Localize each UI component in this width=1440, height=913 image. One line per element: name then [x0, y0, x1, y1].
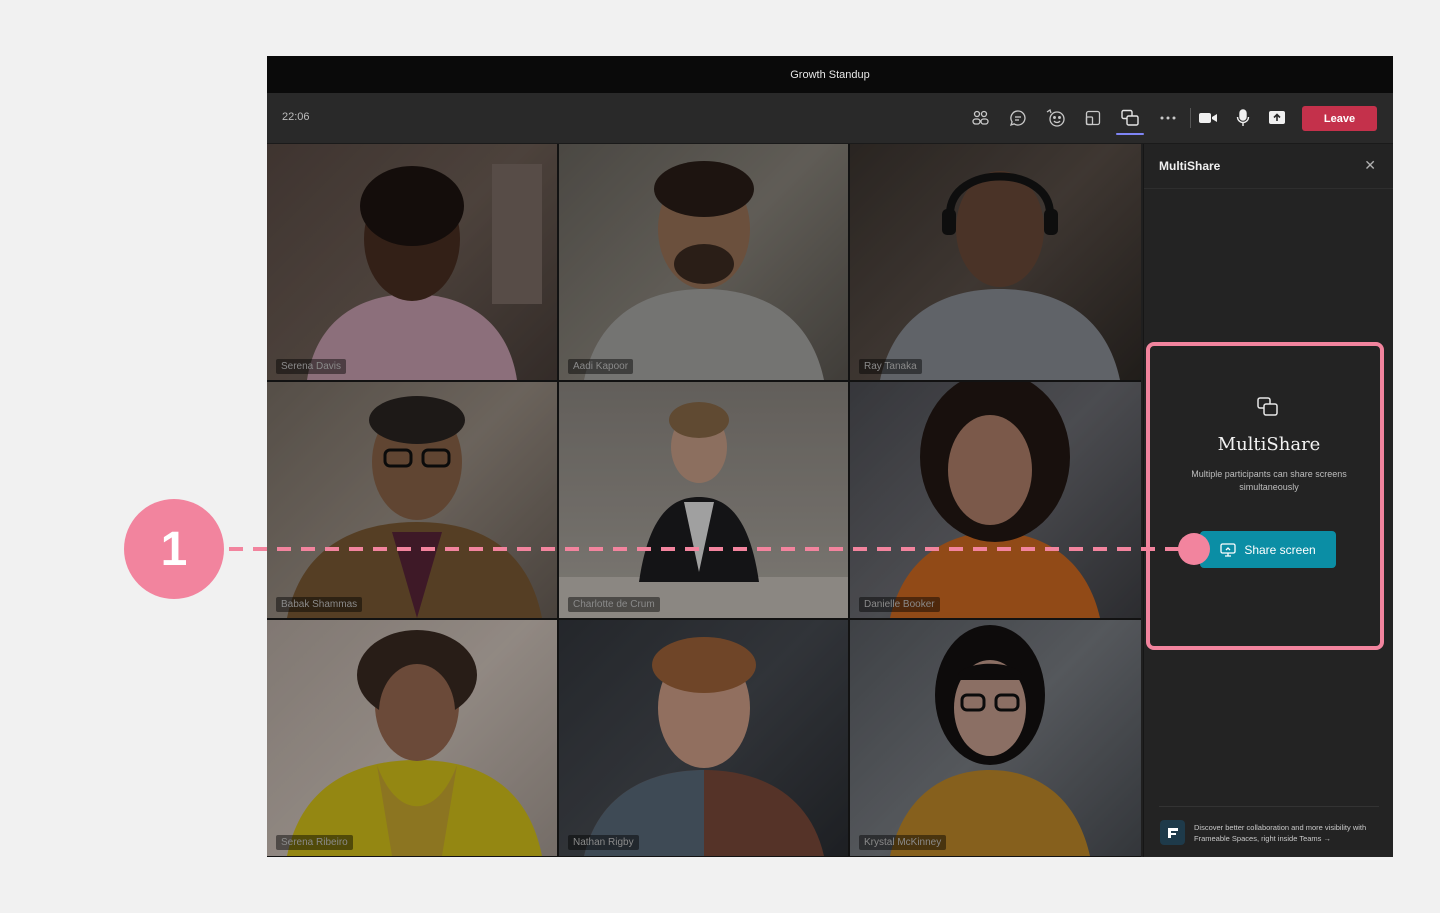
participant-tile[interactable]: Nathan Rigby — [559, 620, 848, 856]
share-tray-icon[interactable] — [1265, 106, 1289, 130]
multishare-icon[interactable] — [1116, 106, 1144, 135]
participant-name: Krystal McKinney — [859, 835, 947, 850]
participant-name: Danielle Booker — [859, 597, 940, 612]
panel-title: MultiShare — [1159, 159, 1221, 173]
meeting-title: Growth Standup — [790, 68, 870, 81]
more-icon[interactable] — [1156, 106, 1180, 130]
callout-line — [229, 547, 1182, 551]
participant-tile[interactable]: Krystal McKinney — [850, 620, 1141, 856]
participant-name: Ray Tanaka — [859, 359, 922, 374]
meeting-timer: 22:06 — [282, 111, 310, 123]
highlight-box — [1146, 342, 1384, 650]
video-grid: Serena Davis Aadi Kapoor Ray Tanaka Baba… — [267, 144, 1141, 857]
panel-header: MultiShare ✕ — [1144, 144, 1393, 189]
participant-tile[interactable]: Danielle Booker — [850, 382, 1141, 618]
promo-text: Discover better collaboration and more v… — [1194, 823, 1367, 843]
participant-name: Charlotte de Crum — [568, 597, 660, 612]
participant-name: Nathan Rigby — [568, 835, 639, 850]
participant-tile[interactable]: Serena Davis — [267, 144, 557, 380]
participant-name: Serena Davis — [276, 359, 347, 374]
participant-tile[interactable]: Ray Tanaka — [850, 144, 1141, 380]
frameable-logo-icon — [1160, 820, 1185, 845]
reactions-icon[interactable] — [1043, 106, 1067, 130]
toolbar-divider — [1190, 108, 1191, 128]
frameable-promo[interactable]: Discover better collaboration and more v… — [1159, 806, 1379, 857]
participant-tile[interactable]: Serena Ribeiro — [267, 620, 557, 856]
window-titlebar: Growth Standup — [267, 56, 1393, 93]
participant-name: Serena Ribeiro — [276, 835, 353, 850]
mic-icon[interactable] — [1231, 106, 1255, 130]
chat-icon[interactable] — [1006, 106, 1030, 130]
meeting-toolbar: 22:06 Leave — [267, 93, 1393, 144]
participant-tile[interactable]: Babak Shammas — [267, 382, 557, 618]
callout-dot — [1178, 533, 1210, 565]
callout-badge: 1 — [124, 499, 224, 599]
leave-button[interactable]: Leave — [1302, 106, 1377, 131]
participant-name: Babak Shammas — [276, 597, 363, 612]
arrow-right-icon: → — [1323, 834, 1332, 843]
close-icon[interactable]: ✕ — [1364, 157, 1376, 174]
participant-tile[interactable]: Aadi Kapoor — [559, 144, 848, 380]
camera-icon[interactable] — [1196, 106, 1220, 130]
participant-name: Aadi Kapoor — [568, 359, 634, 374]
participant-tile[interactable]: Charlotte de Crum — [559, 382, 848, 618]
rooms-icon[interactable] — [1081, 106, 1105, 130]
people-icon[interactable] — [969, 106, 993, 130]
